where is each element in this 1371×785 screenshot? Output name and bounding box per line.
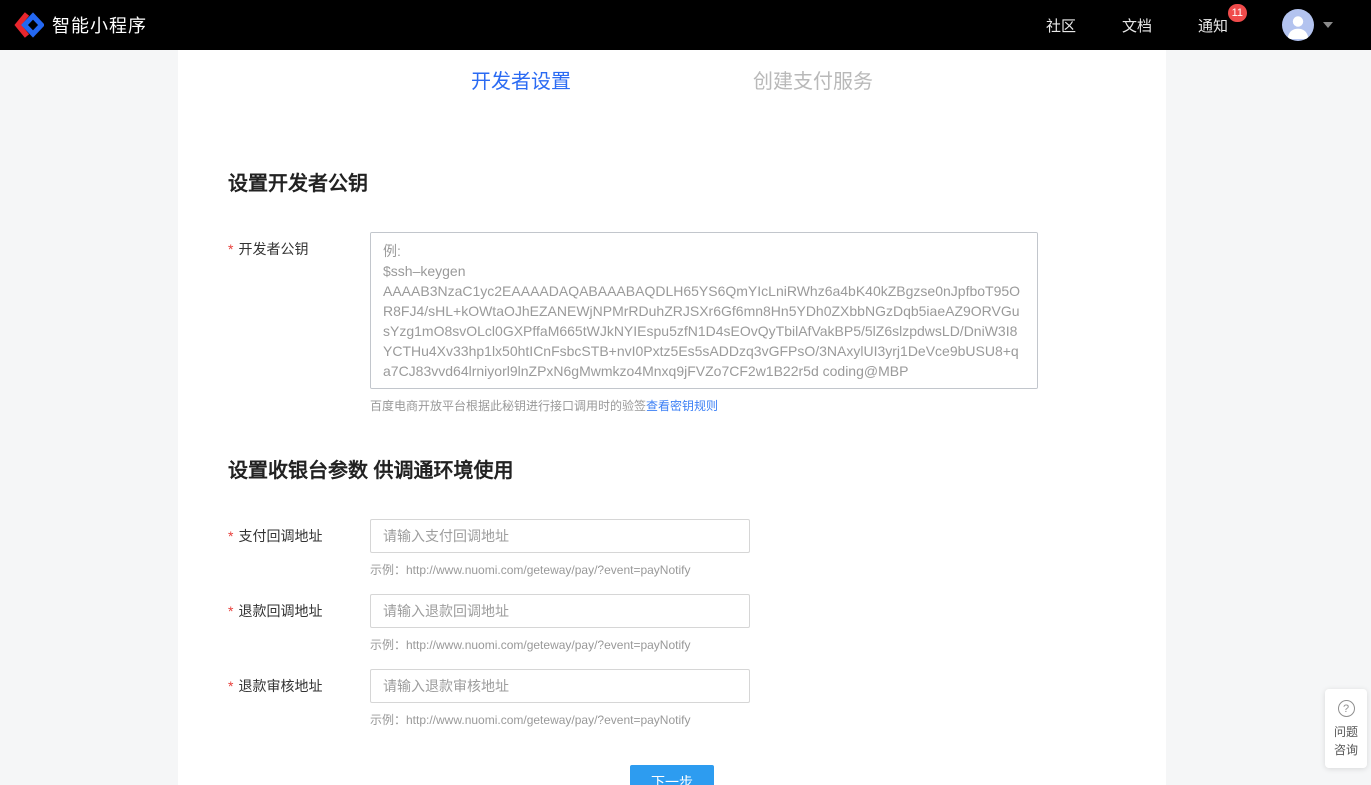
pubkey-label-text: 开发者公钥 <box>238 241 308 257</box>
pubkey-form: * 开发者公钥 百度电商开放平台根据此秘钥进行接口调用时的验签查看密钥规则 <box>178 232 1166 414</box>
help-widget-label-line2: 咨询 <box>1325 741 1367 759</box>
chevron-down-icon <box>1323 22 1333 28</box>
next-step-button[interactable]: 下一步 <box>630 765 714 785</box>
refund-audit-input[interactable] <box>370 669 750 703</box>
pay-callback-label: * 支付回调地址 <box>228 519 370 578</box>
pay-callback-example: 示例：http://www.nuomi.com/geteway/pay/?eve… <box>370 561 750 578</box>
cashier-form: * 支付回调地址 示例：http://www.nuomi.com/geteway/… <box>178 519 1166 728</box>
question-circle-icon: ? <box>1338 700 1355 717</box>
required-asterisk: * <box>228 603 233 619</box>
brand[interactable]: 智能小程序 <box>14 10 147 40</box>
pubkey-row: * 开发者公钥 百度电商开放平台根据此秘钥进行接口调用时的验签查看密钥规则 <box>178 232 1166 414</box>
navbar-right: 社区 文档 通知 11 <box>1000 9 1333 41</box>
pay-callback-input[interactable] <box>370 519 750 553</box>
refund-audit-example: 示例：http://www.nuomi.com/geteway/pay/?eve… <box>370 711 750 728</box>
pubkey-helper: 百度电商开放平台根据此秘钥进行接口调用时的验签查看密钥规则 <box>370 397 1038 414</box>
refund-callback-row: * 退款回调地址 示例：http://www.nuomi.com/geteway/… <box>178 594 1166 653</box>
avatar-icon <box>1282 9 1314 41</box>
refund-audit-row: * 退款审核地址 示例：http://www.nuomi.com/geteway/… <box>178 669 1166 728</box>
refund-callback-label-text: 退款回调地址 <box>238 603 322 619</box>
pubkey-label: * 开发者公钥 <box>228 232 370 414</box>
key-rules-link[interactable]: 查看密钥规则 <box>646 399 718 413</box>
refund-callback-label: * 退款回调地址 <box>228 594 370 653</box>
pubkey-helper-text: 百度电商开放平台根据此秘钥进行接口调用时的验签 <box>370 399 646 413</box>
tab-create-payment-service[interactable]: 创建支付服务 <box>753 65 873 96</box>
nav-docs[interactable]: 文档 <box>1122 15 1152 36</box>
user-menu[interactable] <box>1282 9 1333 41</box>
pubkey-textarea[interactable] <box>370 232 1038 389</box>
required-asterisk: * <box>228 241 233 257</box>
help-consult-widget[interactable]: ? 问题 咨询 <box>1325 689 1367 769</box>
nav-notifications-label: 通知 <box>1198 18 1228 35</box>
step-tabs: 开发者设置 创建支付服务 <box>178 50 1166 96</box>
refund-callback-example: 示例：http://www.nuomi.com/geteway/pay/?eve… <box>370 636 750 653</box>
notification-badge: 11 <box>1228 4 1247 22</box>
nav-community[interactable]: 社区 <box>1046 15 1076 36</box>
refund-callback-input[interactable] <box>370 594 750 628</box>
refund-audit-label-text: 退款审核地址 <box>238 678 322 694</box>
required-asterisk: * <box>228 678 233 694</box>
top-navbar: 智能小程序 社区 文档 通知 11 <box>0 0 1371 50</box>
pay-callback-label-text: 支付回调地址 <box>238 528 322 544</box>
help-widget-label-line1: 问题 <box>1325 723 1367 741</box>
pubkey-section-title: 设置开发者公钥 <box>228 167 1166 196</box>
required-asterisk: * <box>228 528 233 544</box>
brand-logo-icon <box>14 10 44 40</box>
refund-audit-label: * 退款审核地址 <box>228 669 370 728</box>
nav-notifications[interactable]: 通知 11 <box>1198 15 1228 36</box>
main-content-card: 开发者设置 创建支付服务 设置开发者公钥 * 开发者公钥 百度电商开放平台根据此秘… <box>178 50 1166 785</box>
cashier-section-title: 设置收银台参数 供调通环境使用 <box>228 454 1166 483</box>
brand-name: 智能小程序 <box>52 12 147 38</box>
tab-developer-settings[interactable]: 开发者设置 <box>471 65 571 96</box>
pay-callback-row: * 支付回调地址 示例：http://www.nuomi.com/geteway/… <box>178 519 1166 578</box>
